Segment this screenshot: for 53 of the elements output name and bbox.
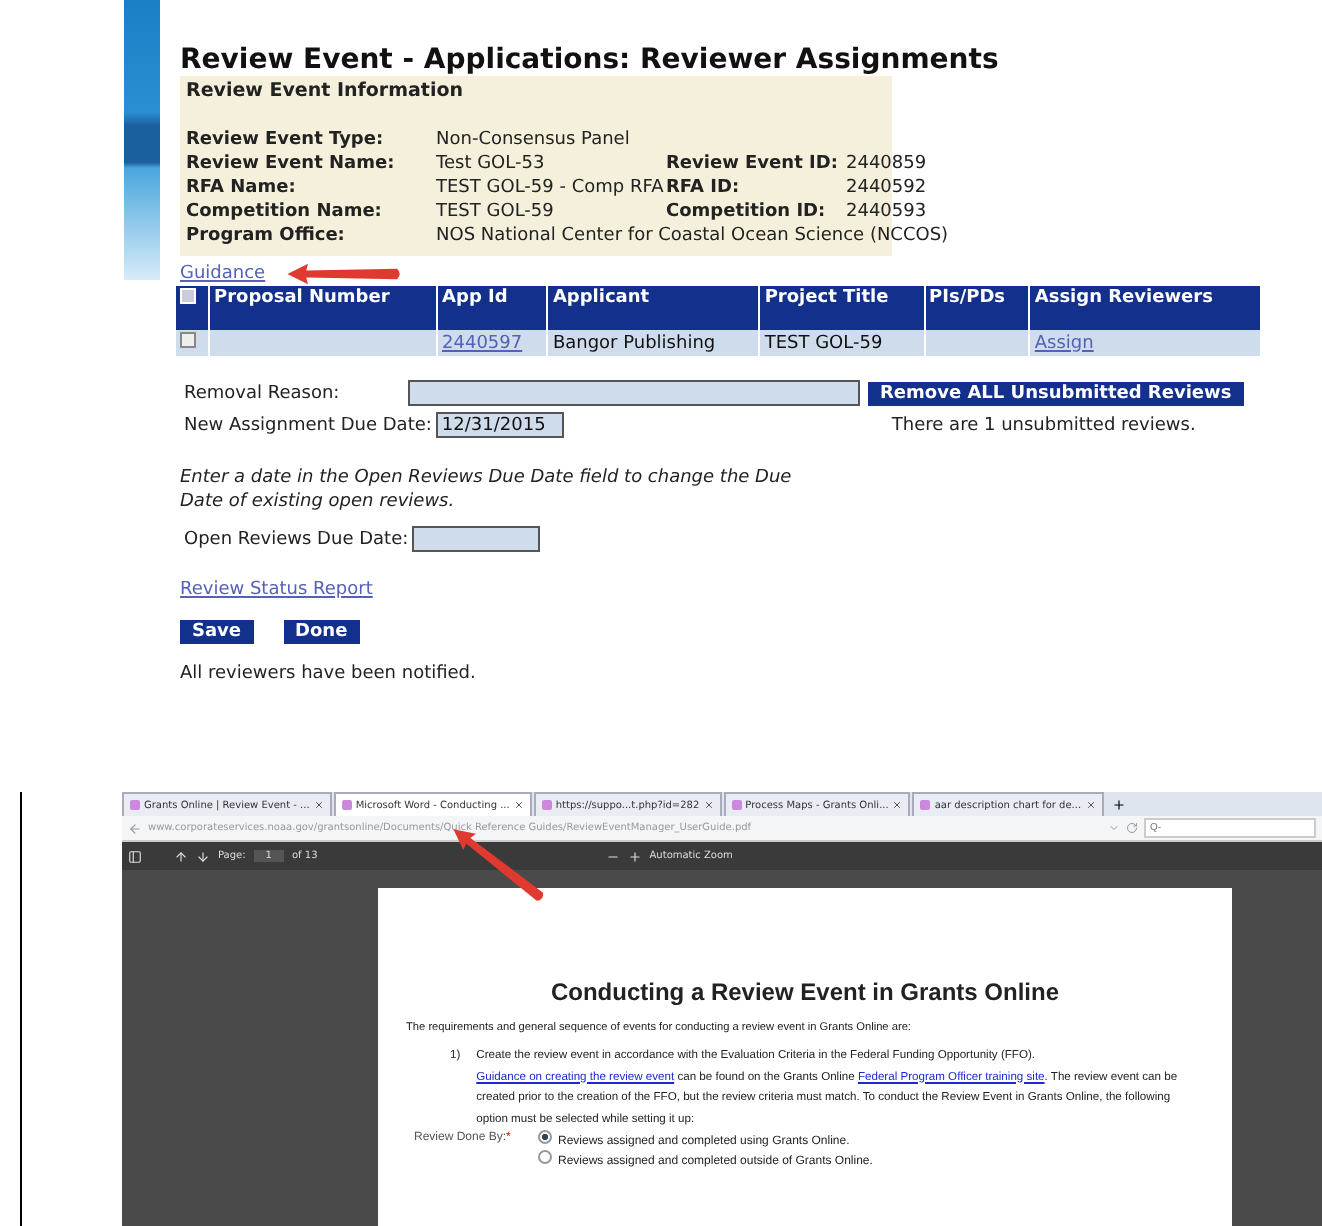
favicon-icon <box>731 800 742 810</box>
field-label: Review Event Name: <box>186 154 397 176</box>
field-value: 2440859 <box>846 154 929 176</box>
up-arrow-icon[interactable] <box>174 849 188 863</box>
field-label: Competition ID: <box>666 202 828 224</box>
field-value: TEST GOL-59 <box>436 202 556 224</box>
field-value: NOS National Center for Coastal Ocean Science (NCCOS) <box>436 226 949 248</box>
column-header: Applicant <box>547 286 760 330</box>
assign-link[interactable]: Assign <box>1034 333 1094 353</box>
favicon-icon <box>341 800 352 810</box>
form-button[interactable]: Done <box>283 620 360 644</box>
form-button[interactable]: Save <box>180 620 254 644</box>
field-value: Non-Consensus Panel <box>436 130 632 152</box>
table-cell: TEST GOL-59 <box>759 330 925 356</box>
instructions-text: Enter a date in the Open Reviews Due Date field to change the Due Date of existing open reviews. <box>180 466 794 514</box>
field-value: 2440592 <box>846 178 929 200</box>
info-heading: Review Event Information <box>186 80 466 102</box>
status-message: All reviewers have been notified. <box>180 664 478 684</box>
field-label: RFA ID: <box>666 178 742 200</box>
guidance-link[interactable]: Guidance <box>180 264 266 284</box>
column-header: Assign Reviewers <box>1029 286 1261 330</box>
field-label: New Assignment Due Date: <box>184 415 432 435</box>
sidebar-icon[interactable] <box>128 849 142 863</box>
page-title: Review Event - Applications: Reviewer Assignments <box>180 44 1001 76</box>
field-value: TEST GOL-59 - Comp RFA <box>436 178 666 200</box>
field-label: Competition Name: <box>186 202 384 224</box>
field-value: Test GOL-53 <box>436 154 547 176</box>
new-tab-icon[interactable] <box>1111 798 1126 812</box>
column-header: Proposal Number <box>209 286 438 330</box>
favicon-icon <box>130 800 140 810</box>
due-date-field[interactable]: 12/31/2015 <box>435 412 564 438</box>
zoom-in-icon[interactable] <box>627 849 642 863</box>
field-label: Review Event Type: <box>186 130 386 152</box>
removal-reason-field[interactable] <box>408 380 860 406</box>
column-header: PIs/PDs <box>924 286 1030 330</box>
field-label: Removal Reason: <box>184 383 342 403</box>
field-value: 2440593 <box>846 202 929 224</box>
field-label: RFA Name: <box>186 178 298 200</box>
table-cell: Bangor Publishing <box>547 330 760 356</box>
field-label: Open Reviews Due Date: <box>184 529 409 549</box>
status-report-link[interactable]: Review Status Report <box>180 580 373 600</box>
favicon-icon <box>920 800 931 810</box>
field-label: Review Event ID: <box>666 154 840 176</box>
unsubmitted-note: There are 1 unsubmitted reviews. <box>891 415 1196 435</box>
column-header: App Id <box>437 286 548 330</box>
document-title: Conducting a Review Event in Grants Online <box>548 978 1062 1006</box>
down-arrow-icon[interactable] <box>196 849 210 863</box>
favicon-icon <box>541 800 552 810</box>
remove-reviews-button[interactable]: Remove ALL Unsubmitted Reviews <box>868 381 1244 405</box>
column-header: Project Title <box>759 286 925 330</box>
expand-icon[interactable] <box>180 332 196 348</box>
open-due-date-field[interactable] <box>412 526 541 552</box>
field-label: Program Office: <box>186 226 347 248</box>
